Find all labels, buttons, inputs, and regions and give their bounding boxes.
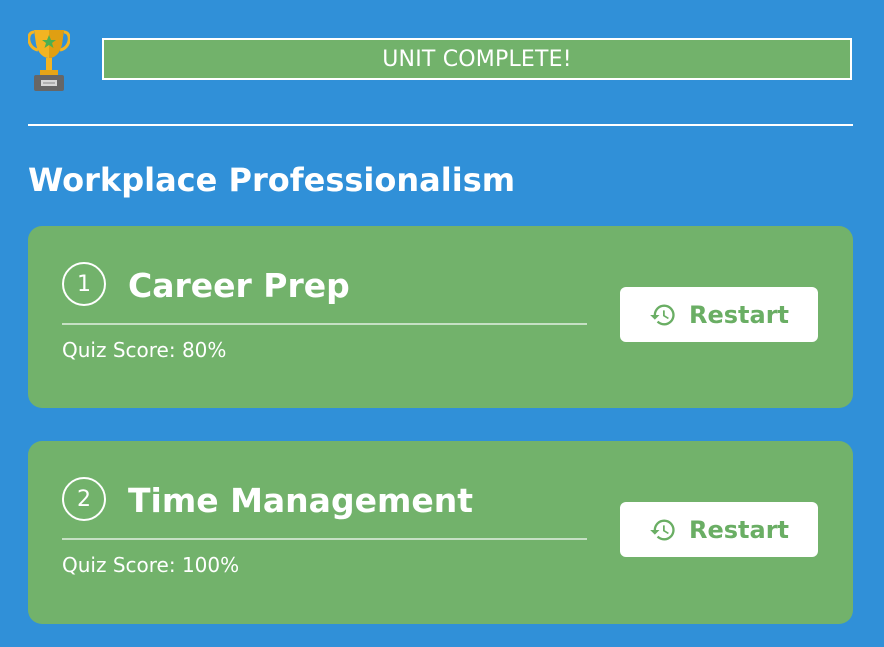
restart-label: Restart [688, 515, 790, 544]
unit-complete-banner: UNIT COMPLETE! [102, 38, 852, 80]
lesson-number-badge: 1 [62, 262, 106, 306]
header-divider [28, 124, 853, 126]
lesson-title: Time Management [128, 481, 473, 520]
restart-label: Restart [688, 300, 790, 329]
restart-button[interactable]: Restart [620, 502, 818, 557]
restart-button[interactable]: Restart [620, 287, 818, 342]
lesson-card-career-prep: 1 Career Prep Quiz Score: 80% Restart [28, 226, 853, 408]
lesson-card-time-management: 2 Time Management Quiz Score: 100% Resta… [28, 441, 853, 624]
lesson-divider [62, 323, 587, 325]
lesson-number: 1 [77, 271, 91, 297]
unit-title: Workplace Professionalism [28, 161, 516, 199]
lesson-title: Career Prep [128, 266, 350, 305]
lesson-number: 2 [77, 486, 91, 512]
quiz-score: Quiz Score: 80% [62, 338, 227, 362]
history-icon [649, 516, 677, 544]
lesson-divider [62, 538, 587, 540]
history-icon [649, 301, 677, 329]
trophy-icon [27, 26, 71, 92]
quiz-score: Quiz Score: 100% [62, 553, 240, 577]
unit-complete-text: UNIT COMPLETE! [382, 46, 572, 72]
lesson-number-badge: 2 [62, 477, 106, 521]
header: UNIT COMPLETE! [0, 0, 884, 126]
